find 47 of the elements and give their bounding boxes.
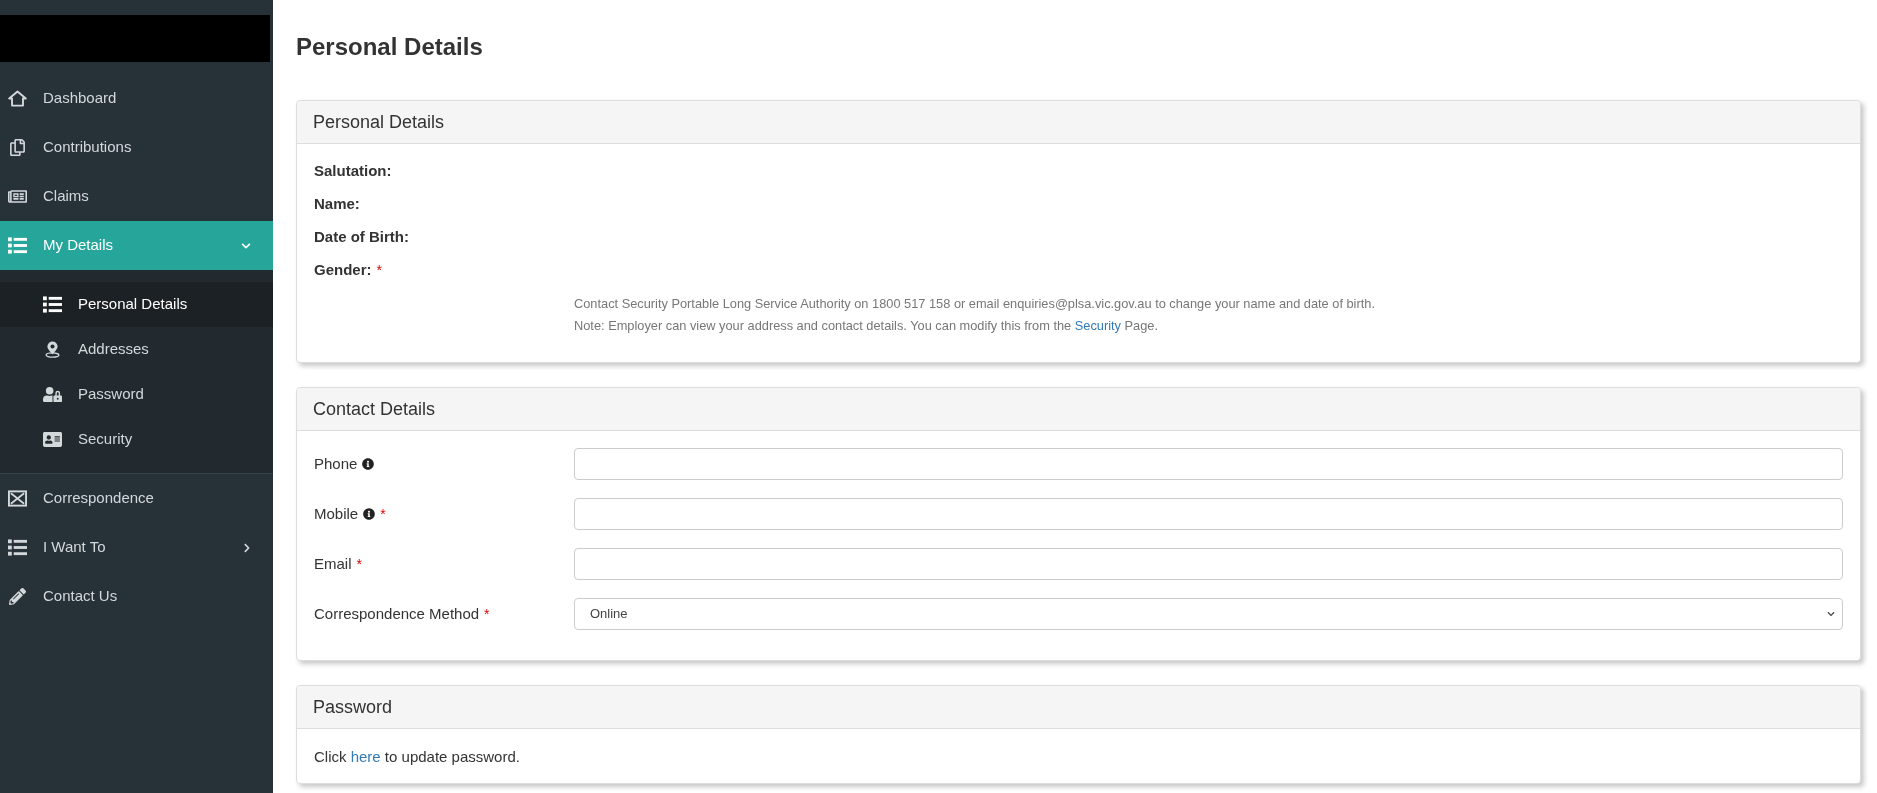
submenu-item[interactable]: Security (0, 417, 273, 462)
chevron-down-icon (1826, 610, 1836, 618)
field-label: Email (314, 553, 352, 574)
submenu-item[interactable]: Password (0, 372, 273, 417)
sidebar-nav-item[interactable]: Contributions (0, 123, 273, 172)
password-hint: Click here to update password. (314, 747, 521, 767)
newspaper-icon (8, 188, 27, 205)
required-mark: * (376, 261, 382, 280)
list-icon (43, 296, 62, 313)
page-title: Personal Details (296, 32, 484, 62)
submenu-item[interactable]: Personal Details (0, 282, 273, 327)
note-text: Note: Employer can view your address and contact details. You can modify this from the Security Page. (574, 317, 1159, 335)
sidebar-nav-item[interactable]: Contact Us (0, 572, 273, 621)
text-input[interactable] (574, 548, 1843, 580)
home-icon (8, 90, 27, 107)
required-mark: * (356, 554, 362, 574)
field-label: Name: (314, 194, 360, 215)
sidebar-nav-item[interactable]: Dashboard (0, 74, 273, 123)
map-pin-icon (43, 341, 62, 358)
id-card-icon (43, 431, 62, 448)
card-title: Password (313, 695, 393, 719)
card-title: Contact Details (313, 397, 436, 421)
pencil-icon (8, 588, 27, 605)
sidebar-nav-item[interactable]: Correspondence (0, 474, 273, 523)
dropdown-select[interactable]: Online (574, 598, 1843, 630)
envelope-icon (8, 490, 27, 507)
field-label: Phone (314, 453, 358, 474)
here-link[interactable]: here (350, 748, 381, 765)
security-link[interactable]: Security (1074, 318, 1121, 333)
field-label: Date of Birth: (314, 227, 409, 248)
list-icon (8, 237, 27, 254)
note-text: Contact Security Portable Long Service Authority on 1800 517 158 or email enquiries@plsa.vic.gov.au to change your name and date of birth. (574, 295, 1376, 313)
text-input[interactable] (574, 448, 1843, 480)
required-mark: * (484, 604, 490, 624)
field-label: Salutation: (314, 161, 392, 182)
text-input[interactable] (574, 498, 1843, 530)
field-label: Gender: (314, 260, 372, 281)
copy-icon (8, 139, 27, 156)
field-label: Mobile (314, 503, 359, 524)
card-title: Personal Details (313, 110, 445, 134)
sidebar-nav-item[interactable]: Claims (0, 172, 273, 221)
submenu-item[interactable]: Addresses (0, 327, 273, 372)
sidebar-nav-item[interactable]: I Want To (0, 523, 273, 572)
required-mark: * (380, 504, 386, 524)
user-lock-icon (43, 386, 62, 403)
field-label: Correspondence Method (314, 603, 480, 624)
list-icon (8, 539, 27, 556)
